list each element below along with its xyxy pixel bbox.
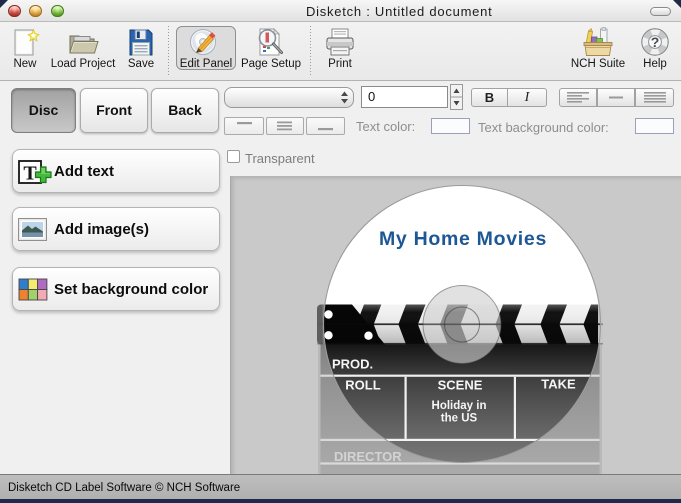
svg-text:My Home Movies: My Home Movies (379, 228, 547, 250)
svg-text:?: ? (651, 34, 660, 50)
